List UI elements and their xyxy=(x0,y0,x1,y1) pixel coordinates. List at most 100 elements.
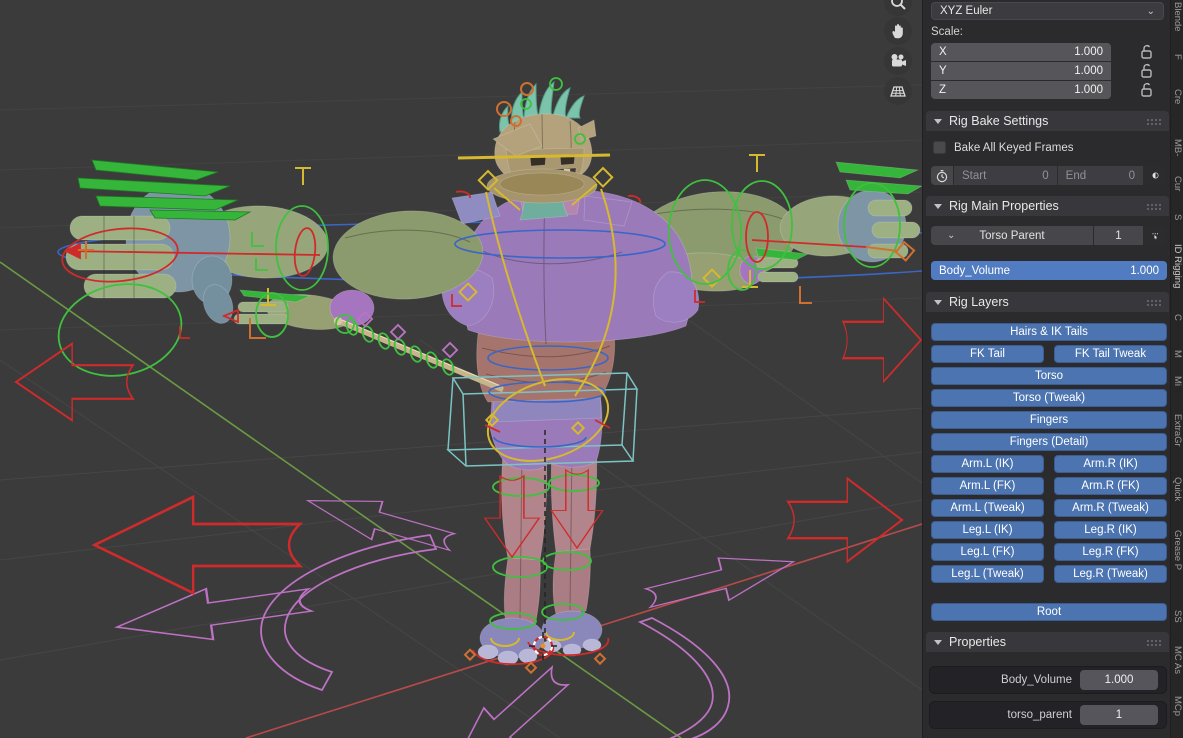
stopwatch-button[interactable] xyxy=(931,166,953,185)
property-label: Body_Volume xyxy=(1001,674,1072,686)
layer-button-hairs[interactable]: Hairs & IK Tails xyxy=(931,323,1167,341)
open-padlock-icon[interactable] xyxy=(1138,44,1154,60)
sidebar-tab-active[interactable]: ID Rigging xyxy=(1172,244,1183,288)
panel-header-properties[interactable]: Properties xyxy=(926,632,1169,652)
bake-range-row: Start 0 End 0 xyxy=(931,166,1167,185)
rotation-mode-dropdown[interactable]: XYZ Euler ⌄ xyxy=(931,2,1164,20)
axis-value: 1.000 xyxy=(1074,65,1103,77)
rotation-mode-value: XYZ Euler xyxy=(940,5,992,17)
chevron-down-icon: ⌄ xyxy=(947,230,955,241)
start-label: Start xyxy=(962,170,986,182)
panel-header-rig-main[interactable]: Rig Main Properties xyxy=(926,196,1169,216)
collapse-triangle-icon xyxy=(934,640,942,645)
layer-button-fk-tail[interactable]: FK Tail xyxy=(931,345,1044,363)
panel-header-rig-bake[interactable]: Rig Bake Settings xyxy=(926,111,1169,131)
scale-y-field[interactable]: Y 1.000 xyxy=(931,62,1111,80)
body-volume-slider[interactable]: Body_Volume 1.000 xyxy=(931,261,1167,280)
end-label: End xyxy=(1066,170,1086,182)
layer-button-leg-l-fk[interactable]: Leg.L (FK) xyxy=(931,543,1044,561)
collapse-triangle-icon xyxy=(934,300,942,305)
layer-button-torso-tweak[interactable]: Torso (Tweak) xyxy=(931,389,1167,407)
scale-z-field[interactable]: Z 1.000 xyxy=(931,81,1111,99)
sidebar-tab[interactable]: SS xyxy=(1172,610,1183,623)
layer-button-arm-l-fk[interactable]: Arm.L (FK) xyxy=(931,477,1044,495)
select-cursor-icon xyxy=(1152,229,1159,243)
sidebar-tab[interactable]: S xyxy=(1172,214,1183,220)
axis-label: Y xyxy=(939,65,947,77)
sidebar-tab[interactable]: Quick xyxy=(1172,477,1183,501)
layer-button-fingers[interactable]: Fingers xyxy=(931,411,1167,429)
axis-label: Z xyxy=(939,84,946,96)
layer-button-leg-r-tweak[interactable]: Leg.R (Tweak) xyxy=(1054,565,1167,583)
property-row-body-volume: Body_Volume 1.000 xyxy=(929,666,1167,694)
scale-x-field[interactable]: X 1.000 xyxy=(931,43,1111,61)
scale-label: Scale: xyxy=(931,26,963,38)
sidebar-tab[interactable]: MB- xyxy=(1172,139,1183,156)
panel-header-rig-layers[interactable]: Rig Layers xyxy=(926,292,1169,312)
camera-icon xyxy=(888,51,908,71)
torso-parent-dropdown[interactable]: ⌄ Torso Parent xyxy=(931,226,1093,245)
property-row-torso-parent: torso_parent 1 xyxy=(929,701,1167,729)
panel-title: Properties xyxy=(949,635,1006,649)
property-value-field[interactable]: 1 xyxy=(1080,705,1158,725)
layer-button-arm-l-ik[interactable]: Arm.L (IK) xyxy=(931,455,1044,473)
open-padlock-icon[interactable] xyxy=(1138,63,1154,79)
end-frame-field[interactable]: End 0 xyxy=(1058,166,1143,185)
3d-viewport[interactable] xyxy=(0,0,922,738)
sidebar-tab[interactable]: Mi xyxy=(1172,376,1183,386)
layer-button-arm-r-fk[interactable]: Arm.R (FK) xyxy=(1054,477,1167,495)
sidebar-tab[interactable]: C xyxy=(1172,314,1183,321)
panel-grip-icon[interactable] xyxy=(1146,299,1161,306)
panel-title: Rig Bake Settings xyxy=(949,114,1048,128)
panel-grip-icon[interactable] xyxy=(1146,118,1161,125)
axis-value: 1.000 xyxy=(1074,46,1103,58)
layer-button-leg-l-tweak[interactable]: Leg.L (Tweak) xyxy=(931,565,1044,583)
slider-label: Body_Volume xyxy=(939,265,1010,277)
layer-button-fingers-detail[interactable]: Fingers (Detail) xyxy=(931,433,1167,451)
layer-button-leg-r-ik[interactable]: Leg.R (IK) xyxy=(1054,521,1167,539)
property-label: torso_parent xyxy=(1007,709,1072,721)
sidebar-tab[interactable]: ExtraGr xyxy=(1172,414,1183,447)
sidebar-tab[interactable]: MCp xyxy=(1172,696,1183,716)
layer-button-arm-r-tweak[interactable]: Arm.R (Tweak) xyxy=(1054,499,1167,517)
torso-parent-row: ⌄ Torso Parent 1 xyxy=(931,226,1167,245)
layer-button-arm-l-tweak[interactable]: Arm.L (Tweak) xyxy=(931,499,1044,517)
chevron-down-icon: ⌄ xyxy=(1147,6,1155,17)
panel-grip-icon[interactable] xyxy=(1146,639,1161,646)
axis-value: 1.000 xyxy=(1074,84,1103,96)
property-value-field[interactable]: 1.000 xyxy=(1080,670,1158,690)
sidebar-tab[interactable]: Cre xyxy=(1172,89,1183,104)
sidebar-tab[interactable]: F xyxy=(1172,54,1183,60)
start-frame-field[interactable]: Start 0 xyxy=(954,166,1057,185)
n-panel-sidebar: XYZ Euler ⌄ Scale: X 1.000 Y 1.000 Z 1.0… xyxy=(922,0,1170,738)
magnifier-icon xyxy=(888,0,908,12)
panel-grip-icon[interactable] xyxy=(1146,203,1161,210)
layer-button-leg-r-fk[interactable]: Leg.R (FK) xyxy=(1054,543,1167,561)
camera-gizmo-button[interactable] xyxy=(884,47,912,75)
pan-gizmo-button[interactable] xyxy=(884,17,912,45)
layer-button-fk-tail-tweak[interactable]: FK Tail Tweak xyxy=(1054,345,1167,363)
sidebar-tab[interactable]: M xyxy=(1172,350,1183,358)
collapse-triangle-icon xyxy=(934,119,942,124)
bake-all-keyed-frames-row: Bake All Keyed Frames xyxy=(933,141,1074,154)
layer-button-arm-r-ik[interactable]: Arm.R (IK) xyxy=(1054,455,1167,473)
torso-parent-value-field[interactable]: 1 xyxy=(1094,226,1143,245)
clock-icon xyxy=(935,169,949,183)
sidebar-tab[interactable]: MC As xyxy=(1172,646,1183,674)
bake-all-keyed-frames-checkbox[interactable] xyxy=(933,141,946,154)
sidebar-tab[interactable]: Cur xyxy=(1172,176,1183,191)
sidebar-tab[interactable]: Grease P xyxy=(1172,530,1183,570)
layer-button-torso[interactable]: Torso xyxy=(931,367,1167,385)
bone-select-button[interactable] xyxy=(1144,226,1167,245)
end-value: 0 xyxy=(1129,170,1135,182)
hand-icon xyxy=(889,22,907,40)
torso-parent-value: 1 xyxy=(1115,230,1121,242)
ortho-grid-gizmo-button[interactable] xyxy=(884,77,912,105)
animate-toggle-button[interactable] xyxy=(1144,166,1167,185)
layer-button-root[interactable]: Root xyxy=(931,603,1167,621)
animate-decorator-icon xyxy=(1152,169,1159,182)
layer-button-leg-l-ik[interactable]: Leg.L (IK) xyxy=(931,521,1044,539)
sidebar-tab[interactable]: Blende xyxy=(1172,2,1183,32)
open-padlock-icon[interactable] xyxy=(1138,82,1154,98)
viewport-scene xyxy=(0,0,922,738)
